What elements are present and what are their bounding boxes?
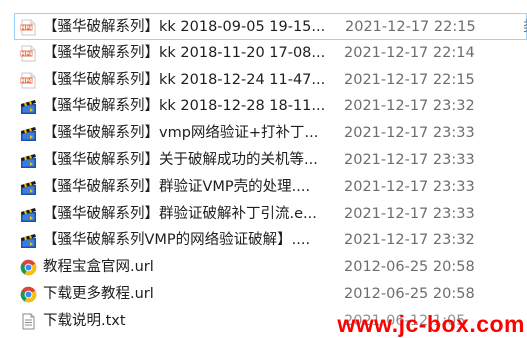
- file-name[interactable]: 【骚华破解系列】关于破解成功的关机等...: [43, 151, 318, 170]
- file-date: 2021-12-17 23:32: [344, 232, 475, 249]
- file-name[interactable]: 【骚华破解系列】kk 2018-12-28 18-11...: [43, 97, 325, 116]
- file-name[interactable]: 【骚华破解系列】vmp网络验证+打补丁...: [43, 124, 318, 143]
- chrome-icon: [20, 286, 37, 303]
- file-date: 2021-12-17 23:33: [344, 205, 475, 222]
- file-name[interactable]: 教程宝盒官网.url: [43, 258, 154, 277]
- file-name[interactable]: 【骚华破解系列】kk 2018-12-24 11-47...: [43, 71, 325, 90]
- file-list: MP4 【骚华破解系列】kk 2018-09-05 19-15... 2021-…: [0, 13, 527, 335]
- file-row[interactable]: 【骚华破解系列】kk 2018-12-28 18-11... 2021-12-1…: [0, 93, 527, 120]
- svg-text:MP4: MP4: [21, 51, 33, 57]
- video-clapper-icon: [20, 98, 37, 115]
- file-name[interactable]: 【骚华破解系列】kk 2018-09-05 19-15...: [43, 18, 325, 37]
- mp4-icon: MP4: [20, 72, 37, 89]
- mp4-icon: MP4: [20, 19, 37, 36]
- video-clapper-icon: [20, 125, 37, 142]
- text-file-icon: [20, 313, 37, 330]
- mp4-icon: MP4: [20, 45, 37, 62]
- file-date: 2021-12-17 23:32: [344, 98, 475, 115]
- file-row[interactable]: 【骚华破解系列】关于破解成功的关机等... 2021-12-17 23:33: [0, 147, 527, 174]
- file-name[interactable]: 【骚华破解系列】群验证破解补丁引流.e...: [43, 205, 317, 224]
- file-date: 2021-12-17 22:15: [344, 71, 475, 88]
- file-row[interactable]: 下载更多教程.url 2012-06-25 20:58: [0, 281, 527, 308]
- file-row[interactable]: 【骚华破解系列VMP的网络验证破解】.... 2021-12-17 23:32: [0, 227, 527, 254]
- file-date: 2012-06-25 20:58: [344, 285, 475, 302]
- file-row[interactable]: MP4 【骚华破解系列】kk 2018-09-05 19-15... 2021-…: [14, 13, 527, 40]
- chrome-icon: [20, 259, 37, 276]
- svg-text:MP4: MP4: [21, 25, 33, 31]
- file-date: 2021-12-17 23:33: [344, 178, 475, 195]
- file-name[interactable]: 【骚华破解系列】群验证VMP壳的处理....: [43, 178, 310, 197]
- file-date: 2021-12-17 23:33: [344, 151, 475, 168]
- video-clapper-icon: [20, 152, 37, 169]
- file-row[interactable]: MP4 【骚华破解系列】kk 2018-11-20 17-08... 2021-…: [0, 40, 527, 67]
- file-date: 2021-12-17 23:33: [344, 125, 475, 142]
- video-clapper-icon: [20, 232, 37, 249]
- file-row[interactable]: 【骚华破解系列】群验证VMP壳的处理.... 2021-12-17 23:33: [0, 174, 527, 201]
- file-date: 2012-06-25 20:58: [344, 259, 475, 276]
- column-edge: 类: [523, 18, 527, 37]
- video-clapper-icon: [20, 179, 37, 196]
- svg-text:MP4: MP4: [21, 78, 33, 84]
- video-clapper-icon: [20, 206, 37, 223]
- file-row[interactable]: MP4 【骚华破解系列】kk 2018-12-24 11-47... 2021-…: [0, 67, 527, 94]
- file-name[interactable]: 下载更多教程.url: [43, 285, 154, 304]
- file-name[interactable]: 下载说明.txt: [43, 312, 126, 331]
- site-watermark: www.jc-box.com: [331, 310, 527, 338]
- file-name[interactable]: 【骚华破解系列】kk 2018-11-20 17-08...: [43, 44, 325, 63]
- file-row[interactable]: 【骚华破解系列】群验证破解补丁引流.e... 2021-12-17 23:33: [0, 201, 527, 228]
- file-row[interactable]: 【骚华破解系列】vmp网络验证+打补丁... 2021-12-17 23:33: [0, 120, 527, 147]
- file-date: 2021-12-17 22:15: [345, 19, 476, 35]
- file-name[interactable]: 【骚华破解系列VMP的网络验证破解】....: [43, 231, 310, 250]
- file-row[interactable]: 教程宝盒官网.url 2012-06-25 20:58: [0, 254, 527, 281]
- file-date: 2021-12-17 22:14: [344, 44, 475, 61]
